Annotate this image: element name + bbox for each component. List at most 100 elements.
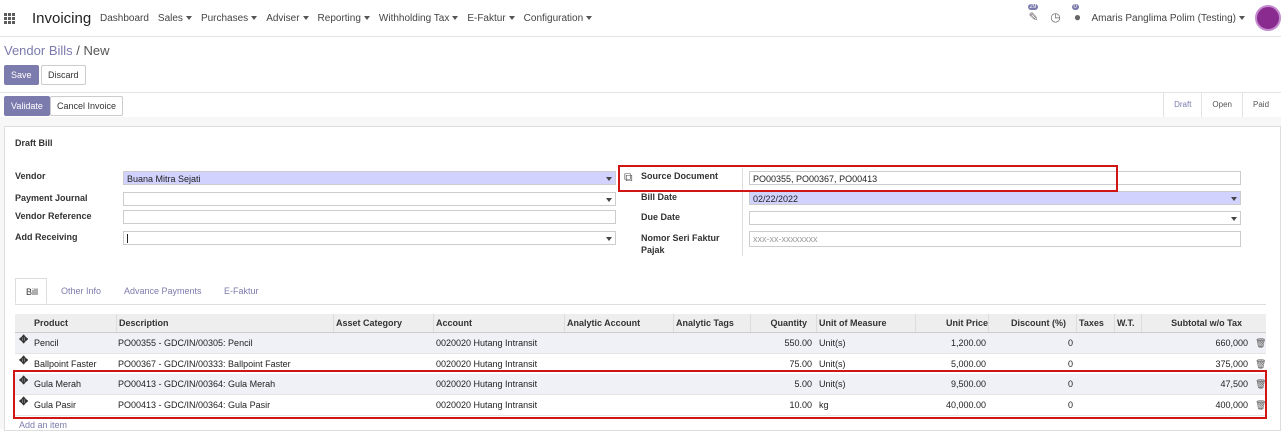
- notebook-tabs: Bill Other Info Advance Payments E-Faktu…: [15, 278, 1266, 305]
- col-unit-price[interactable]: Unit Price: [915, 314, 988, 332]
- source-document-highlight: [618, 165, 1118, 192]
- nomor-seri-label: Nomor Seri Faktur Pajak: [641, 232, 720, 256]
- menu-label: Withholding Tax: [379, 13, 449, 24]
- caret-down-icon: [186, 16, 192, 20]
- add-receiving-label: Add Receiving: [15, 232, 78, 242]
- apps-grid-icon[interactable]: [4, 13, 16, 25]
- col-quantity[interactable]: Quantity: [750, 314, 807, 332]
- col-unit-of-measure[interactable]: Unit of Measure: [816, 314, 887, 332]
- caret-down-icon: [303, 16, 309, 20]
- payment-journal-field[interactable]: [123, 192, 616, 206]
- chevron-down-icon: [606, 198, 612, 202]
- drag-handle-icon[interactable]: ✥: [19, 333, 28, 346]
- menu-dashboard[interactable]: Dashboard: [100, 13, 149, 24]
- caret-down-icon: [364, 16, 370, 20]
- caret-down-icon: [586, 16, 592, 20]
- table-row[interactable]: ✥ Pencil PO00355 - GDC/IN/00305: Pencil …: [15, 333, 1266, 354]
- caret-down-icon: [452, 16, 458, 20]
- vendor-field[interactable]: Buana Mitra Sejati: [123, 171, 616, 185]
- status-bar: Validate Cancel Invoice Draft Open Paid: [0, 92, 1281, 118]
- col-analytic-account[interactable]: Analytic Account: [564, 314, 640, 332]
- tab-other-info[interactable]: Other Info: [51, 278, 111, 304]
- main-menu: Dashboard Sales Purchases Adviser Report…: [100, 13, 601, 24]
- messages-icon[interactable]: ●0: [1070, 10, 1086, 26]
- text-cursor: [127, 234, 128, 243]
- menu-purchases[interactable]: Purchases: [201, 13, 257, 24]
- nomor-seri-field[interactable]: xxx-xx-xxxxxxxx: [749, 231, 1241, 247]
- clock-icon[interactable]: ◷: [1048, 10, 1064, 26]
- col-account[interactable]: Account: [433, 314, 472, 332]
- cell-description: PO00355 - GDC/IN/00305: Pencil: [118, 333, 253, 353]
- form-title: Draft Bill: [15, 138, 53, 148]
- col-discount[interactable]: Discount (%): [988, 314, 1066, 332]
- col-product[interactable]: Product: [34, 314, 68, 332]
- caret-down-icon: [509, 16, 515, 20]
- vendor-reference-label: Vendor Reference: [15, 211, 92, 221]
- due-date-label: Due Date: [641, 212, 680, 222]
- bill-date-label: Bill Date: [641, 192, 677, 202]
- nomor-seri-label-line2: Pajak: [641, 245, 665, 255]
- payment-journal-label: Payment Journal: [15, 193, 88, 203]
- drag-handle-icon[interactable]: ✥: [19, 354, 28, 367]
- caret-down-icon: [1239, 16, 1245, 20]
- breadcrumb-current: New: [84, 43, 110, 58]
- breadcrumb-separator: /: [76, 43, 80, 58]
- menu-configuration[interactable]: Configuration: [524, 13, 592, 24]
- user-menu[interactable]: Amaris Panglima Polim (Testing): [1092, 13, 1246, 24]
- step-open[interactable]: Open: [1201, 93, 1242, 117]
- menu-label: Adviser: [266, 13, 299, 24]
- menu-withholding-tax[interactable]: Withholding Tax: [379, 13, 458, 24]
- due-date-field[interactable]: [749, 211, 1241, 225]
- add-receiving-field[interactable]: [123, 231, 616, 245]
- col-taxes[interactable]: Taxes: [1076, 314, 1104, 332]
- table-header: Product Description Asset Category Accou…: [15, 314, 1266, 333]
- menu-sales[interactable]: Sales: [158, 13, 192, 24]
- menu-label: Reporting: [318, 13, 361, 24]
- caret-down-icon: [251, 16, 257, 20]
- menu-label: Purchases: [201, 13, 248, 24]
- avatar[interactable]: [1255, 5, 1281, 31]
- top-navbar: Invoicing Dashboard Sales Purchases Advi…: [0, 0, 1281, 37]
- user-name: Amaris Panglima Polim (Testing): [1092, 13, 1237, 24]
- activity-badge: 29: [1028, 4, 1039, 10]
- tab-bill[interactable]: Bill: [15, 278, 47, 304]
- tab-e-faktur[interactable]: E-Faktur: [214, 278, 269, 304]
- vendor-value: Buana Mitra Sejati: [127, 174, 201, 184]
- cell-quantity: 550.00: [750, 333, 812, 353]
- step-draft: Draft: [1163, 93, 1201, 117]
- col-analytic-tags[interactable]: Analytic Tags: [673, 314, 734, 332]
- col-asset-category[interactable]: Asset Category: [333, 314, 402, 332]
- rows-highlight: [13, 370, 1267, 419]
- bill-date-field[interactable]: 02/22/2022: [749, 191, 1241, 205]
- validate-button[interactable]: Validate: [4, 96, 50, 116]
- chevron-down-icon: [606, 237, 612, 241]
- menu-adviser[interactable]: Adviser: [266, 13, 308, 24]
- breadcrumb-vendor-bills[interactable]: Vendor Bills: [4, 43, 73, 58]
- status-steps: Draft Open Paid: [1163, 93, 1281, 117]
- vendor-reference-field[interactable]: [123, 210, 616, 224]
- col-subtotal[interactable]: Subtotal w/o Tax: [1141, 314, 1242, 332]
- systray: ✎29 ◷ ●0 Amaris Panglima Polim (Testing): [1026, 6, 1281, 30]
- col-description[interactable]: Description: [116, 314, 169, 332]
- menu-reporting[interactable]: Reporting: [318, 13, 370, 24]
- save-button[interactable]: Save: [4, 65, 39, 85]
- menu-label: E-Faktur: [467, 13, 505, 24]
- discard-button[interactable]: Discard: [41, 65, 86, 85]
- cell-account: 0020020 Hutang Intransit: [436, 333, 537, 353]
- activity-icon[interactable]: ✎29: [1026, 10, 1042, 26]
- menu-label: Dashboard: [100, 13, 149, 24]
- cell-product: Pencil: [34, 333, 59, 353]
- cell-unit-price: 1,200.00: [915, 333, 986, 353]
- breadcrumb: Vendor Bills / New: [4, 43, 110, 58]
- cell-discount: 0: [988, 333, 1073, 353]
- step-paid[interactable]: Paid: [1242, 93, 1281, 117]
- messages-badge: 0: [1072, 4, 1079, 10]
- tab-advance-payments[interactable]: Advance Payments: [114, 278, 212, 304]
- menu-e-faktur[interactable]: E-Faktur: [467, 13, 514, 24]
- nomor-seri-label-line1: Nomor Seri Faktur: [641, 233, 720, 243]
- col-wt[interactable]: W.T.: [1114, 314, 1135, 332]
- app-name: Invoicing: [32, 10, 91, 27]
- trash-icon[interactable]: 🗑: [1255, 333, 1263, 353]
- cancel-invoice-button[interactable]: Cancel Invoice: [50, 96, 123, 116]
- chevron-down-icon: [606, 177, 612, 181]
